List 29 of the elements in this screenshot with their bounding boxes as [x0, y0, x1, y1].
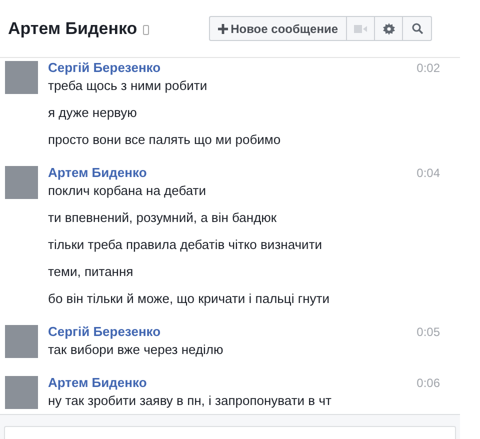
message-text: ти впевнений, розумний, а він бандюк: [48, 209, 278, 226]
message-time: 0:05: [416, 324, 440, 341]
message-time: 0:04: [416, 165, 440, 182]
avatar-placeholder: [5, 166, 38, 199]
message-time: 0:06: [416, 375, 440, 392]
message-text: так вибори вже через неділю: [48, 341, 224, 358]
avatar-placeholder: [5, 376, 38, 409]
message-text: треба щось з ними робити: [48, 77, 208, 94]
avatar-placeholder: [5, 325, 38, 358]
message-text: тільки треба правила дебатів чітко визначити: [48, 236, 324, 253]
message-time: 0:02: [416, 60, 440, 77]
sender-name[interactable]: Сергій Березенко: [48, 324, 161, 340]
avatar-placeholder: [5, 61, 38, 94]
message-text: ну так зробити заяву в пн, і запропонувати в чт: [48, 392, 332, 409]
sender-name[interactable]: Артем Биденко: [48, 375, 147, 391]
message-text: я дуже нервую: [48, 104, 138, 121]
message-text: поклич корбана на дебати: [48, 182, 208, 199]
message-text: теми, питання: [48, 263, 134, 280]
sender-name[interactable]: Сергій Березенко: [48, 60, 161, 76]
search-icon: [412, 23, 422, 34]
message-input-field[interactable]: [4, 426, 456, 439]
video-camera-icon: [354, 24, 367, 32]
mobile-phone-icon: [143, 24, 150, 34]
sender-name[interactable]: Артем Биденко: [48, 165, 147, 181]
conversation-title: Артем Биденко: [8, 18, 138, 40]
message-text: просто вони все палять що ми робимо: [48, 131, 282, 148]
plus-icon: [218, 24, 228, 34]
message-text: бо він тільки й може, що кричати і пальці гнути: [48, 290, 331, 307]
settings-icon: [382, 22, 394, 34]
